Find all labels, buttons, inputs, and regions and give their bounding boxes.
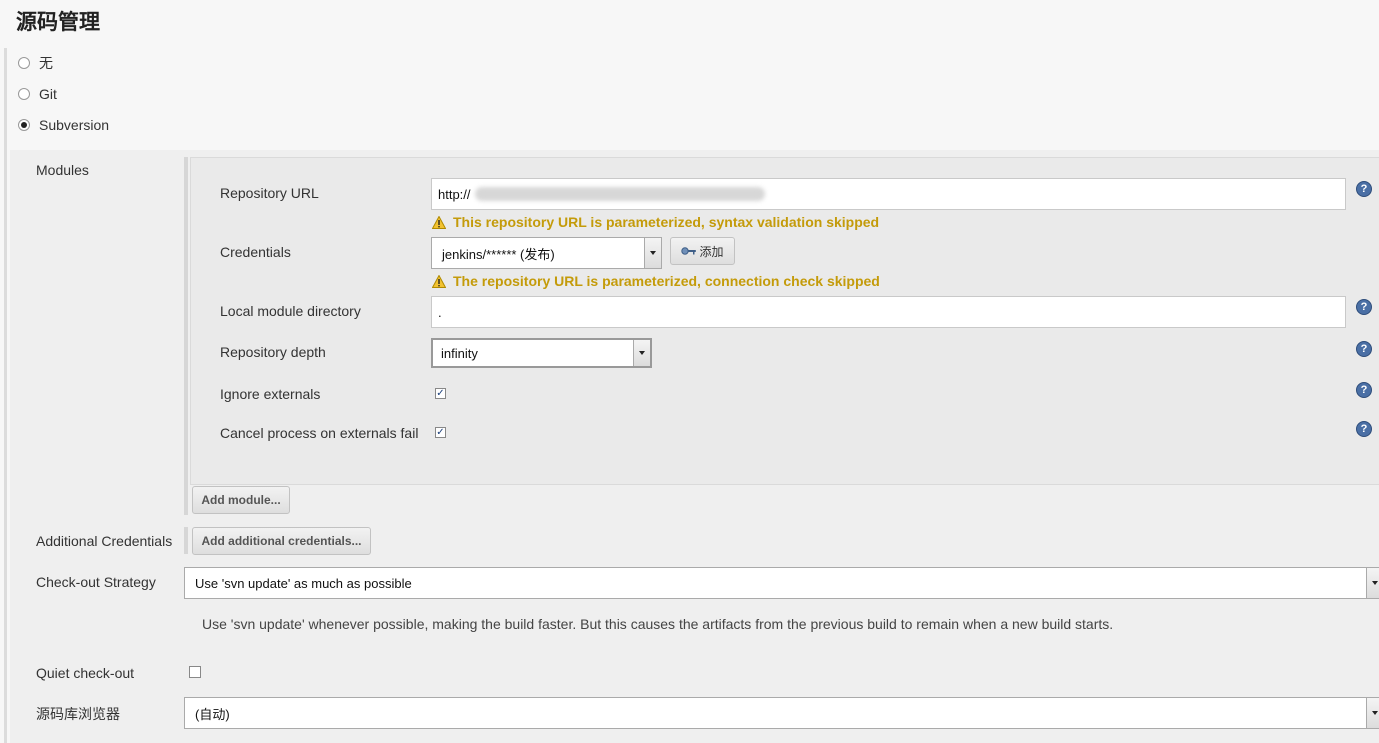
repo-browser-select[interactable]: (自动): [184, 697, 1379, 729]
add-additional-credentials-button[interactable]: Add additional credentials...: [192, 527, 371, 555]
radio-none[interactable]: [18, 57, 30, 69]
additional-credentials-label: Additional Credentials: [36, 533, 173, 549]
chevron-down-icon: [1366, 568, 1379, 598]
repository-url-input[interactable]: http://: [431, 178, 1346, 210]
cancel-externals-fail-checkbox[interactable]: [435, 427, 446, 438]
warning-text: This repository URL is parameterized, sy…: [453, 214, 880, 230]
redacted-url: [474, 187, 765, 201]
scm-option-label: Subversion: [39, 117, 110, 133]
local-module-directory-input[interactable]: .: [431, 296, 1346, 328]
help-icon[interactable]: ?: [1356, 382, 1372, 398]
help-icon[interactable]: ?: [1356, 181, 1372, 197]
checkout-strategy-label: Check-out Strategy: [36, 574, 156, 590]
scm-option-label: 无: [39, 55, 53, 71]
radio-git[interactable]: [18, 88, 30, 100]
repository-depth-label: Repository depth: [220, 344, 326, 360]
scm-option-none[interactable]: 无: [18, 53, 53, 73]
chevron-down-icon: [633, 340, 650, 366]
ignore-externals-label: Ignore externals: [220, 386, 321, 402]
section-indent-bar: [4, 48, 7, 743]
help-icon[interactable]: ?: [1356, 341, 1372, 357]
local-module-directory-label: Local module directory: [220, 303, 361, 319]
modules-label: Modules: [36, 162, 89, 178]
help-icon[interactable]: ?: [1356, 421, 1372, 437]
repo-browser-value: (自动): [195, 706, 230, 722]
modules-indent-bar: [184, 157, 188, 515]
add-module-button[interactable]: Add module...: [192, 486, 290, 514]
section-title: 源码管理: [16, 11, 100, 34]
cancel-externals-fail-label: Cancel process on externals fail: [220, 425, 419, 441]
checkout-strategy-value: Use 'svn update' as much as possible: [195, 575, 412, 591]
quiet-checkout-label: Quiet check-out: [36, 665, 135, 681]
additional-credentials-bar: [184, 527, 188, 554]
scm-option-subversion[interactable]: Subversion: [18, 115, 109, 135]
warning-icon: [432, 215, 446, 229]
add-credentials-button[interactable]: 添加: [670, 237, 735, 265]
chevron-down-icon: [644, 238, 661, 268]
local-module-directory-value: .: [438, 304, 442, 320]
url-syntax-warning: This repository URL is parameterized, sy…: [432, 214, 879, 230]
ignore-externals-checkbox[interactable]: [435, 388, 446, 399]
warning-icon: [432, 274, 446, 288]
credentials-select[interactable]: jenkins/****** (发布): [431, 237, 662, 269]
connection-check-warning: The repository URL is parameterized, con…: [432, 273, 880, 289]
repository-url-value: http://: [438, 186, 471, 202]
repository-depth-value: infinity: [441, 345, 478, 361]
credentials-value: jenkins/****** (发布): [442, 246, 555, 262]
key-icon: [681, 247, 697, 255]
scm-option-label: Git: [39, 86, 57, 102]
help-icon[interactable]: ?: [1356, 299, 1372, 315]
repo-browser-label: 源码库浏览器: [36, 706, 120, 722]
checkout-strategy-description: Use 'svn update' whenever possible, maki…: [202, 616, 1114, 632]
add-credentials-label: 添加: [699, 244, 724, 259]
quiet-checkout-checkbox[interactable]: [189, 666, 201, 678]
scm-option-git[interactable]: Git: [18, 84, 57, 104]
radio-subversion[interactable]: [18, 119, 30, 131]
credentials-label: Credentials: [220, 244, 291, 260]
repository-depth-select[interactable]: infinity: [431, 338, 652, 368]
chevron-down-icon: [1366, 698, 1379, 728]
repository-url-label: Repository URL: [220, 185, 319, 201]
warning-text: The repository URL is parameterized, con…: [453, 273, 880, 289]
checkout-strategy-select[interactable]: Use 'svn update' as much as possible: [184, 567, 1379, 599]
